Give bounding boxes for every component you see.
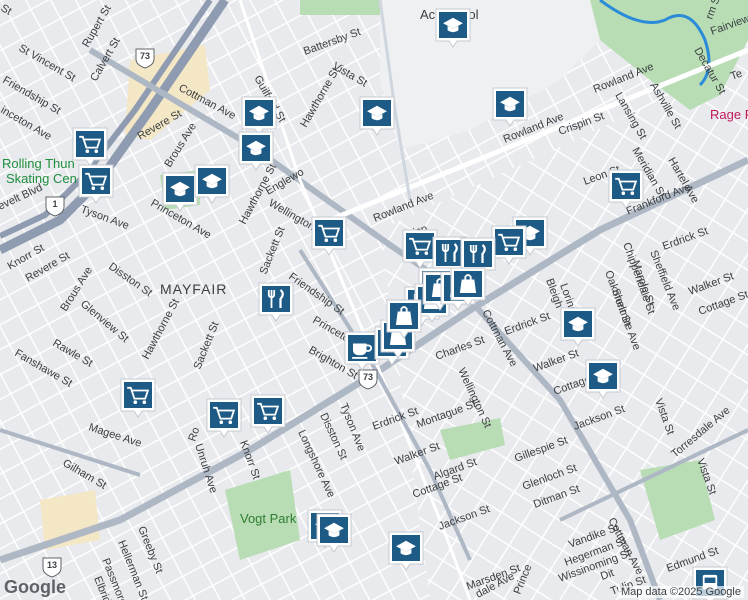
map-marker-shopping[interactable] <box>450 267 486 307</box>
route-shield-shield-73-n: 73 <box>135 48 155 69</box>
route-shield-shield-1-w: 1 <box>45 196 65 217</box>
map-marker-grocery[interactable] <box>250 394 286 434</box>
map-marker-school[interactable] <box>241 96 277 136</box>
map-marker-restaurant[interactable] <box>258 282 294 322</box>
map-marker-grocery[interactable] <box>491 225 527 265</box>
rolling-label-1: Rolling Thun <box>2 156 75 171</box>
map-marker-school[interactable] <box>162 172 198 212</box>
google-logo: Google <box>4 577 66 597</box>
map-marker-school[interactable] <box>492 87 528 127</box>
map-marker-school[interactable] <box>560 307 596 347</box>
vogt-park-label: Vogt Park <box>240 511 297 526</box>
map-marker-school[interactable] <box>388 531 424 571</box>
map-marker-grocery[interactable] <box>78 164 114 204</box>
map-attribution[interactable]: Map data ©2025 Google <box>617 586 744 598</box>
svg-text:73: 73 <box>140 51 150 61</box>
map-marker-grocery[interactable] <box>120 378 156 418</box>
svg-text:1: 1 <box>52 199 57 209</box>
map-marker-grocery[interactable] <box>72 127 108 167</box>
map-marker-school[interactable] <box>435 8 471 48</box>
svg-text:13: 13 <box>47 560 57 570</box>
map-canvas[interactable]: MAYFAIR Vogt Park Rolling Thun Skating C… <box>0 0 748 600</box>
map-base: MAYFAIR Vogt Park Rolling Thun Skating C… <box>0 0 748 600</box>
svg-text:73: 73 <box>363 372 373 382</box>
rage-label: Rage R <box>710 107 748 122</box>
map-marker-school[interactable] <box>194 164 230 204</box>
map-marker-grocery[interactable] <box>402 229 438 269</box>
map-marker-shopping[interactable] <box>386 299 422 339</box>
route-shield-shield-73-c: 73 <box>358 369 378 390</box>
map-marker-school[interactable] <box>585 359 621 399</box>
map-marker-school[interactable] <box>316 513 352 553</box>
map-marker-cafe[interactable] <box>344 331 380 371</box>
map-marker-school[interactable] <box>238 131 274 171</box>
map-marker-school[interactable] <box>359 96 395 136</box>
neighborhood-label: MAYFAIR <box>160 281 227 297</box>
map-marker-grocery[interactable] <box>206 398 242 438</box>
rolling-label-2: Skating Cen <box>6 171 77 186</box>
map-marker-grocery[interactable] <box>608 169 644 209</box>
route-shield-shield-13-sw: 13 <box>42 557 62 578</box>
map-marker-grocery[interactable] <box>311 216 347 256</box>
park-north <box>300 0 380 15</box>
